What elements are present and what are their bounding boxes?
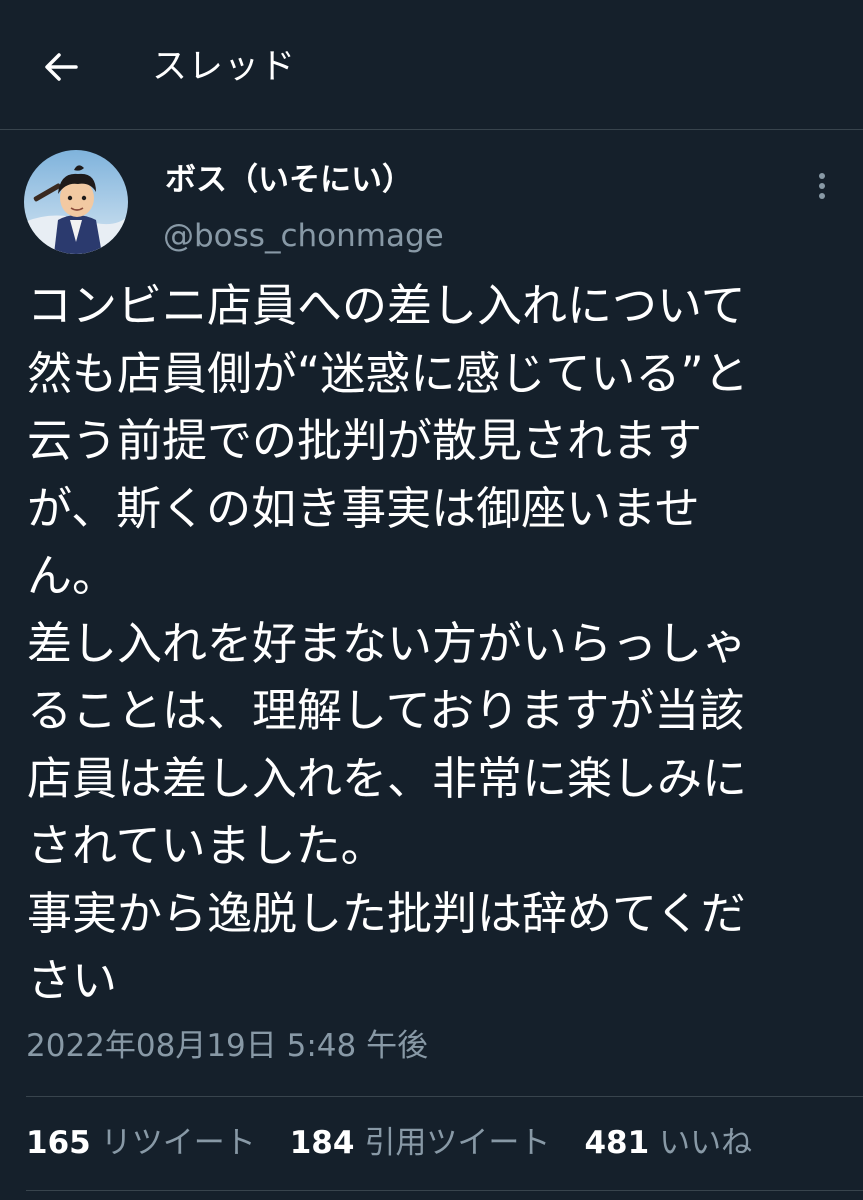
divider xyxy=(26,1190,863,1191)
more-vertical-icon xyxy=(819,173,825,199)
top-bar: スレッド xyxy=(0,0,863,130)
quote-count: 184 xyxy=(289,1125,355,1161)
retweet-count: 165 xyxy=(26,1125,91,1161)
author-handle[interactable]: @boss_chonmage xyxy=(163,214,444,258)
likes-stat[interactable]: 481 いいね xyxy=(584,1121,752,1165)
tweet-text-line: さい xyxy=(27,954,118,1007)
tweet-text-line: 事実から逸脱した批判は辞めてくだ xyxy=(27,886,746,940)
more-options-button[interactable] xyxy=(802,164,842,208)
tweet-text-line: 店員は差し入れを、非常に楽しみに xyxy=(27,751,748,805)
back-button[interactable] xyxy=(36,42,86,92)
engagement-stats: 165 リツイート 184 引用ツイート 481 いいね xyxy=(26,1118,786,1168)
tweet-text-line: 云う前提での批判が散見されます xyxy=(27,414,703,467)
tweet-text: コンビニ店員への差し入れについて 然も店員側が“迷惑に感じている”と 云う前提で… xyxy=(27,272,839,1015)
tweet-text-line: 然も店員側が“迷惑に感じている”と xyxy=(27,346,749,400)
avatar[interactable] xyxy=(24,150,128,254)
like-label: いいね xyxy=(659,1125,753,1161)
retweet-label: リツイート xyxy=(100,1125,256,1161)
author-display-name[interactable]: ボス（いそにい） xyxy=(165,158,413,202)
like-count: 481 xyxy=(584,1125,650,1161)
retweets-stat[interactable]: 165 リツイート xyxy=(26,1121,256,1165)
arrow-left-icon xyxy=(45,53,78,81)
tweet-text-line: ることは、理解しておりますが当該 xyxy=(27,684,745,737)
tweet-text-line: コンビニ店員への差し入れについて xyxy=(27,279,746,332)
tweet-text-line: 差し入れを好まない方がいらっしゃ xyxy=(27,616,748,670)
quote-label: 引用ツイート xyxy=(364,1125,551,1161)
divider xyxy=(26,1096,863,1097)
quotes-stat[interactable]: 184 引用ツイート xyxy=(290,1121,551,1165)
page-title: スレッド xyxy=(152,47,297,87)
tweet-text-line: されていました。 xyxy=(27,819,386,872)
tweet-text-line: ん。 xyxy=(27,549,118,602)
tweet-text-line: が、斯くの如き事実は御座いませ xyxy=(27,481,700,535)
tweet-timestamp[interactable]: 2022年08月19日 5:48 午後 xyxy=(26,1024,428,1068)
